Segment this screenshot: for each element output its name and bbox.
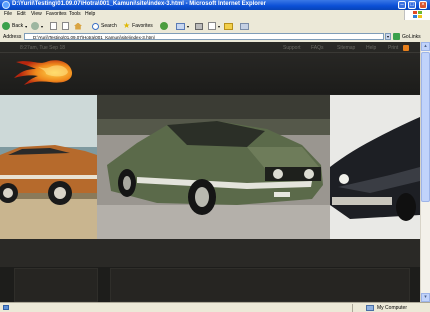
content-pane-right (110, 268, 410, 302)
car-gallery (0, 95, 420, 239)
print-button[interactable] (195, 21, 203, 31)
window-title-bar[interactable]: D:\Yurii\Testing\01.09.07\Hotra\001_Kamu… (0, 0, 430, 10)
edit-button[interactable]: ▾ (208, 21, 220, 31)
scroll-thumb[interactable] (421, 52, 430, 202)
menu-file[interactable]: File (4, 11, 12, 17)
mail-button[interactable]: ▾ (176, 21, 189, 31)
scroll-down-arrow-icon[interactable]: ▾ (421, 293, 430, 302)
forward-button[interactable]: ▾ (31, 21, 43, 31)
print-icon (195, 22, 203, 30)
favorites-button[interactable]: ★ Favorites (123, 21, 153, 31)
home-icon (74, 22, 82, 30)
windows-flag-logo (404, 10, 430, 20)
flame-logo-icon[interactable] (12, 56, 74, 86)
stop-button[interactable] (50, 21, 57, 31)
folder-button[interactable] (224, 21, 233, 31)
window-title: D:\Yurii\Testing\01.09.07\Hotra\001_Kamu… (12, 1, 266, 7)
edit-icon (208, 22, 216, 30)
nav-faqs[interactable]: FAQs (311, 45, 324, 51)
home-button[interactable] (74, 21, 82, 31)
nav-help[interactable]: Help (366, 45, 376, 51)
gallery-slide-center[interactable] (97, 95, 330, 239)
header-rss-icon[interactable] (403, 45, 409, 51)
menu-favorites[interactable]: Favorites (46, 11, 67, 17)
back-button[interactable]: Back ▾ (2, 21, 27, 31)
go-arrow-icon (393, 33, 400, 40)
page-done-icon (3, 305, 9, 310)
refresh-button[interactable] (62, 21, 69, 31)
refresh-icon (62, 22, 69, 30)
search-button[interactable]: Search (92, 21, 117, 31)
maximize-button[interactable]: □ (408, 1, 416, 9)
history-icon (160, 22, 168, 30)
nav-sitemap[interactable]: Sitemap (337, 45, 355, 51)
vertical-scrollbar[interactable]: ▴ ▾ (420, 42, 430, 302)
site-date: 8:27am, Tue Sep 18 (20, 45, 66, 51)
scroll-up-arrow-icon[interactable]: ▴ (421, 42, 430, 51)
menu-help[interactable]: Help (85, 11, 95, 17)
nav-print[interactable]: Print (388, 45, 398, 51)
address-input[interactable]: D:\Yurii\Testing\01.09.07\Hotra\001_Kamu… (24, 33, 384, 40)
site-header: 8:27am, Tue Sep 18 Support FAQs Sitemap … (0, 42, 420, 94)
links-label[interactable]: Links (409, 34, 421, 40)
minimize-button[interactable]: – (398, 1, 406, 9)
menu-tools[interactable]: Tools (69, 11, 81, 17)
mail-icon (176, 22, 185, 30)
site-top-nav: 8:27am, Tue Sep 18 Support FAQs Sitemap … (0, 44, 420, 53)
messenger-button[interactable] (240, 21, 249, 31)
go-button[interactable]: Go (393, 33, 409, 40)
forward-icon (31, 22, 39, 30)
history-button[interactable] (160, 21, 168, 31)
back-icon (2, 22, 10, 30)
gallery-caption-band (0, 239, 420, 267)
close-button[interactable]: × (419, 1, 427, 9)
favorites-icon: ★ (123, 21, 131, 30)
menu-view[interactable]: View (31, 11, 42, 17)
page-viewport: 8:27am, Tue Sep 18 Support FAQs Sitemap … (0, 42, 420, 302)
ie-icon (2, 1, 10, 9)
status-bar: My Computer (0, 302, 430, 312)
security-zone: My Computer (377, 305, 408, 311)
stop-icon (50, 22, 57, 30)
address-label: Address (3, 34, 22, 40)
gallery-slide-left[interactable] (0, 95, 97, 239)
folder-icon (224, 22, 233, 30)
content-pane-left (14, 268, 98, 302)
computer-icon (366, 305, 374, 311)
address-dropdown[interactable]: ▾ (385, 33, 391, 40)
gallery-slide-right[interactable] (330, 95, 420, 239)
menu-edit[interactable]: Edit (17, 11, 26, 17)
messenger-icon (240, 22, 249, 30)
search-icon (92, 22, 99, 30)
nav-support[interactable]: Support (283, 45, 301, 51)
